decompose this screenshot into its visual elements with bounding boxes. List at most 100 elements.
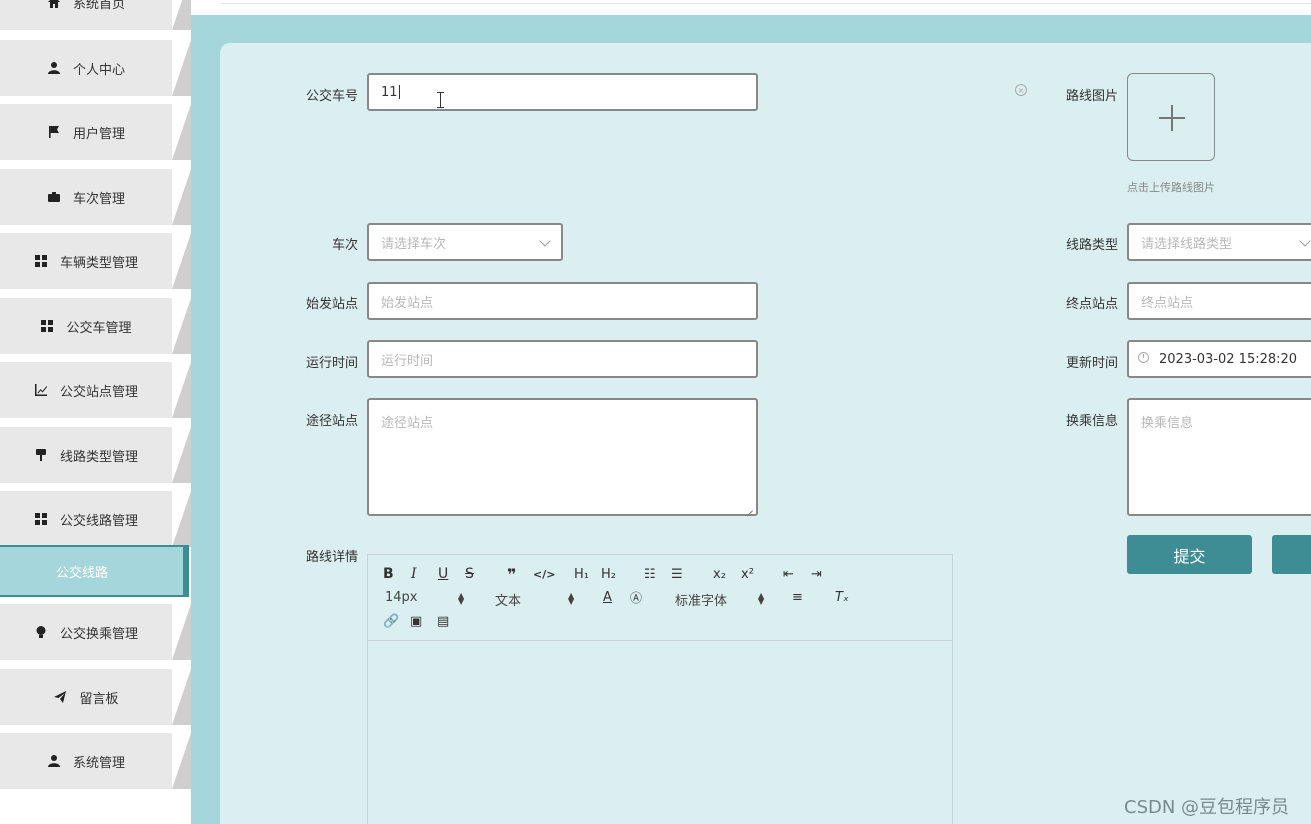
font-family-arrows-icon: ▲ ▼ xyxy=(758,591,765,606)
image-icon[interactable]: ▣ xyxy=(410,612,422,630)
text-color-icon[interactable]: A xyxy=(603,588,612,606)
sidebar-item-system-management[interactable]: 系统管理 xyxy=(0,733,191,789)
via-stations-textarea[interactable]: 途径站点 xyxy=(367,398,758,516)
form-panel: 公交车号 11 × 路线图片 点击上传路线图片 车次 请选择车次 线路类型 请选… xyxy=(220,43,1311,824)
trip-placeholder: 请选择车次 xyxy=(381,236,447,252)
via-stations-placeholder: 途径站点 xyxy=(381,416,434,431)
sidebar-item-label: 线路类型管理 xyxy=(59,449,138,465)
font-family-select[interactable]: 标准字体 xyxy=(675,590,727,609)
sidebar-item-personal-center[interactable]: 个人中心 xyxy=(0,40,191,96)
block-format-select[interactable]: 文本 xyxy=(495,590,521,609)
bold-button[interactable]: B xyxy=(383,565,394,583)
upload-tip: 点击上传路线图片 xyxy=(1127,181,1215,194)
rich-text-editor: B I U S ❞ </> H₁ H₂ ☷ ☰ x₂ x² ⇤ ⇥ 14px ▲… xyxy=(367,554,953,824)
sidebar-item-label: 个人中心 xyxy=(72,62,125,78)
bus-no-input[interactable]: 11 xyxy=(367,73,758,111)
sidebar-item-bus-management[interactable]: 公交车管理 xyxy=(0,298,191,354)
end-station-label: 终点站点 xyxy=(1065,297,1118,312)
sidebar-item-label: 公交站点管理 xyxy=(59,384,138,400)
code-block-button[interactable]: </> xyxy=(533,565,555,583)
top-strip xyxy=(191,0,1311,15)
home-icon xyxy=(47,0,61,9)
main-area: 公交车号 11 × 路线图片 点击上传路线图片 车次 请选择车次 线路类型 请选… xyxy=(191,0,1311,824)
update-time-value: 2023-03-02 15:28:20 xyxy=(1159,351,1298,367)
outdent-icon[interactable]: ⇤ xyxy=(783,565,794,583)
sidebar-item-bus-route-management[interactable]: 公交线路管理 xyxy=(0,491,191,547)
route-type-label: 线路类型 xyxy=(1065,238,1118,253)
end-station-placeholder: 终点站点 xyxy=(1141,295,1194,311)
align-left-icon[interactable]: ≡ xyxy=(792,588,803,606)
paper-plane-icon xyxy=(53,690,67,704)
flag-icon xyxy=(47,125,61,139)
link-icon[interactable]: 🔗 xyxy=(383,612,399,630)
trip-select[interactable]: 请选择车次 xyxy=(367,223,563,261)
mouse-cursor-ibeam xyxy=(437,92,445,108)
sidebar-item-user-management[interactable]: 用户管理 xyxy=(0,104,191,160)
run-time-input[interactable]: 运行时间 xyxy=(367,340,758,378)
sidebar-item-vehicle-type-management[interactable]: 车辆类型管理 xyxy=(0,233,191,289)
update-time-label: 更新时间 xyxy=(1065,356,1118,371)
resize-handle[interactable] xyxy=(746,504,754,512)
sidebar-item-message-board[interactable]: 留言板 xyxy=(0,669,191,725)
font-size-select[interactable]: 14px xyxy=(385,590,418,605)
sidebar-subitem-label: 公交线路 xyxy=(56,565,109,581)
font-size-arrows-icon: ▲ ▼ xyxy=(458,591,465,606)
watermark-text: CSDN @豆包程序员 xyxy=(1124,797,1290,818)
grid-icon xyxy=(34,512,48,526)
briefcase-icon xyxy=(47,190,61,204)
sidebar-item-transfer-management[interactable]: 公交换乘管理 xyxy=(0,604,191,660)
block-format-arrows-icon: ▲ ▼ xyxy=(568,591,575,606)
sidebar-item-label: 车次管理 xyxy=(72,191,125,207)
user-icon xyxy=(47,61,61,75)
grid-icon xyxy=(40,319,54,333)
bullet-list-icon[interactable]: ☰ xyxy=(671,565,683,583)
submit-button[interactable]: 提交 xyxy=(1127,535,1252,574)
update-time-picker[interactable]: 2023-03-02 15:28:20 xyxy=(1127,340,1311,378)
sidebar-item-label: 系统首页 xyxy=(72,0,125,12)
sidebar-item-bus-stop-management[interactable]: 公交站点管理 xyxy=(0,362,191,418)
background-color-icon[interactable]: Ⓐ xyxy=(630,588,642,606)
start-station-input[interactable]: 始发站点 xyxy=(367,282,758,320)
sidebar-item-label: 公交线路管理 xyxy=(59,513,138,529)
user-admin-icon xyxy=(47,754,61,768)
route-detail-label: 路线详情 xyxy=(305,550,358,565)
cancel-button[interactable] xyxy=(1272,535,1311,574)
run-time-placeholder: 运行时间 xyxy=(381,353,434,369)
trip-label: 车次 xyxy=(331,238,358,253)
transfer-info-placeholder: 换乘信息 xyxy=(1141,416,1194,431)
transfer-info-textarea[interactable]: 换乘信息 xyxy=(1127,398,1311,516)
clear-icon[interactable]: × xyxy=(1015,84,1027,96)
strike-button[interactable]: S xyxy=(465,565,474,583)
sidebar-item-home[interactable]: 系统首页 xyxy=(0,0,191,30)
italic-button[interactable]: I xyxy=(411,565,417,583)
underline-button[interactable]: U xyxy=(438,565,448,583)
brush-icon xyxy=(34,448,48,462)
sidebar: 系统首页 个人中心 用户管理 车次管理 车辆类型管理 公交车管理 公交站点管理 … xyxy=(0,0,191,824)
text-caret xyxy=(398,85,400,99)
lightbulb-icon xyxy=(34,625,48,639)
editor-content-area[interactable] xyxy=(368,642,952,824)
sidebar-subitem-bus-route[interactable]: 公交线路 xyxy=(0,545,189,597)
ordered-list-icon[interactable]: ☷ xyxy=(644,565,656,583)
subscript-button[interactable]: x₂ xyxy=(713,565,726,583)
route-type-select[interactable]: 请选择线路类型 xyxy=(1127,223,1311,261)
indent-icon[interactable]: ⇥ xyxy=(811,565,822,583)
route-image-upload[interactable] xyxy=(1127,73,1215,161)
sidebar-item-label: 公交车管理 xyxy=(66,320,132,336)
route-image-label: 路线图片 xyxy=(1065,89,1118,104)
sidebar-item-route-type-management[interactable]: 线路类型管理 xyxy=(0,427,191,483)
chevron-down-icon xyxy=(1299,235,1311,247)
video-icon[interactable]: ▤ xyxy=(437,612,449,630)
sidebar-item-label: 车辆类型管理 xyxy=(59,255,138,271)
sidebar-item-trip-management[interactable]: 车次管理 xyxy=(0,169,191,225)
start-station-label: 始发站点 xyxy=(305,297,358,312)
clear-format-icon[interactable]: Tₓ xyxy=(835,588,849,606)
line-chart-icon xyxy=(34,383,48,397)
superscript-button[interactable]: x² xyxy=(741,565,754,583)
header2-button[interactable]: H₂ xyxy=(601,565,616,583)
end-station-input[interactable]: 终点站点 xyxy=(1127,282,1311,320)
sidebar-item-label: 系统管理 xyxy=(72,755,125,771)
blockquote-button[interactable]: ❞ xyxy=(507,565,516,584)
bus-no-label: 公交车号 xyxy=(305,89,358,104)
header1-button[interactable]: H₁ xyxy=(574,565,589,583)
